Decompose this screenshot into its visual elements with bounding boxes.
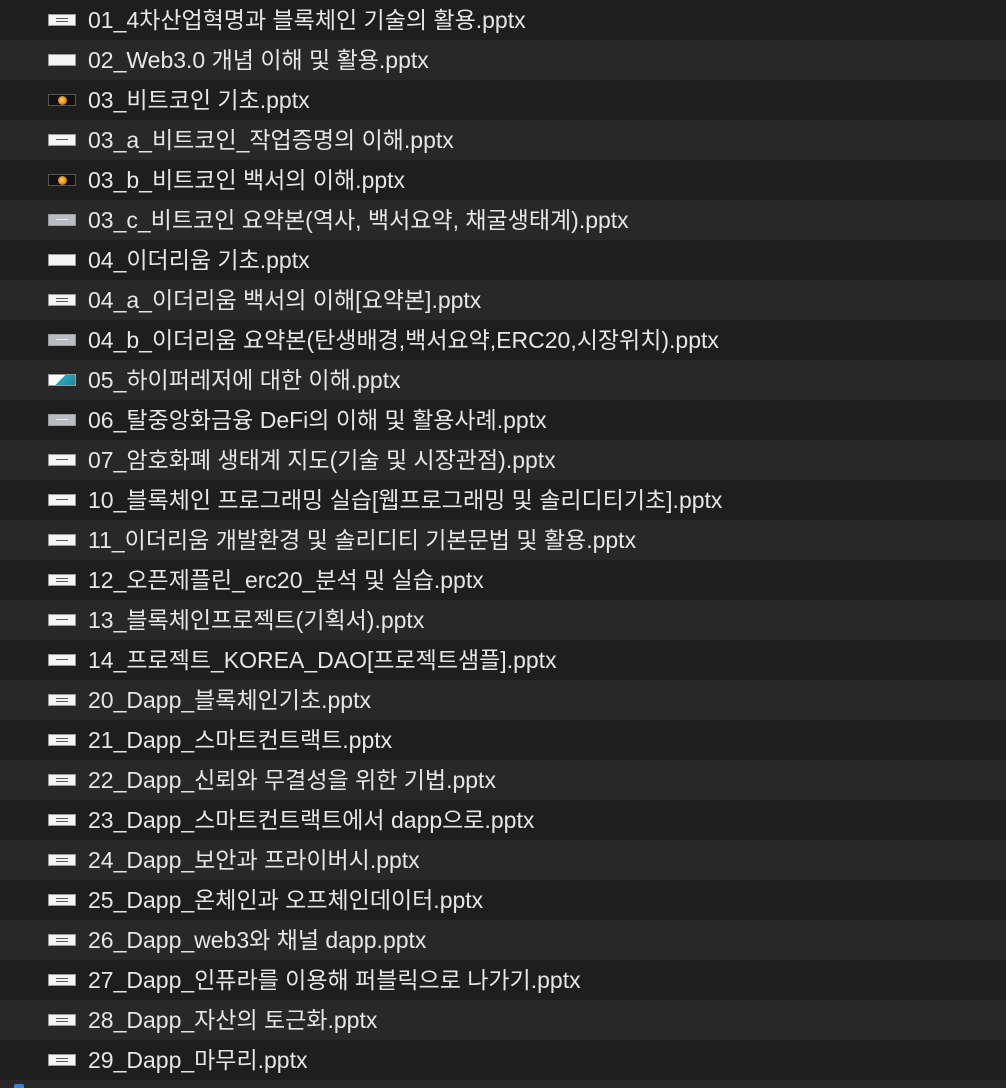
slide-thumbnail-icon (48, 254, 76, 266)
slide-thumbnail-icon (48, 374, 76, 386)
slide-thumbnail-icon (48, 454, 76, 466)
file-name: 06_탈중앙화금융 DeFi의 이해 및 활용사례.pptx (88, 407, 547, 433)
file-name: 04_a_이더리움 백서의 이해[요약본].pptx (88, 287, 482, 313)
file-row[interactable]: 05_하이퍼레저에 대한 이해.pptx (0, 360, 1006, 400)
slide-thumbnail-icon (48, 294, 76, 306)
file-name: 03_c_비트코인 요약본(역사, 백서요약, 채굴생태계).pptx (88, 207, 629, 233)
file-row[interactable]: 24_Dapp_보안과 프라이버시.pptx (0, 840, 1006, 880)
file-row[interactable]: 10_블록체인 프로그래밍 실습[웹프로그래밍 및 솔리디티기초].pptx (0, 480, 1006, 520)
slide-thumbnail-icon (48, 534, 76, 546)
file-row[interactable]: 28_Dapp_자산의 토근화.pptx (0, 1000, 1006, 1040)
file-name: 03_b_비트코인 백서의 이해.pptx (88, 167, 406, 193)
file-row[interactable]: 07_암호화폐 생태계 지도(기술 및 시장관점).pptx (0, 440, 1006, 480)
file-row[interactable]: 03_b_비트코인 백서의 이해.pptx (0, 160, 1006, 200)
file-row[interactable]: 14_프로젝트_KOREA_DAO[프로젝트샘플].pptx (0, 640, 1006, 680)
file-name: 12_오픈제플린_erc20_분석 및 실습.pptx (88, 567, 484, 593)
slide-thumbnail-icon (48, 614, 76, 626)
file-row[interactable]: 04_이더리움 기초.pptx (0, 240, 1006, 280)
file-name: 03_비트코인 기초.pptx (88, 87, 310, 113)
slide-thumbnail-icon (48, 854, 76, 866)
file-name: 21_Dapp_스마트컨트랙트.pptx (88, 727, 393, 753)
slide-thumbnail-icon (48, 974, 76, 986)
slide-thumbnail-icon (48, 894, 76, 906)
file-row[interactable]: 13_블록체인프로젝트(기획서).pptx (0, 600, 1006, 640)
slide-thumbnail-icon (48, 214, 76, 226)
file-name: 11_이더리움 개발환경 및 솔리디티 기본문법 및 활용.pptx (88, 527, 637, 553)
file-row[interactable]: 01_4차산업혁명과 블록체인 기술의 활용.pptx (0, 0, 1006, 40)
file-name: 07_암호화폐 생태계 지도(기술 및 시장관점).pptx (88, 447, 556, 473)
file-name: 01_4차산업혁명과 블록체인 기술의 활용.pptx (88, 7, 526, 33)
file-row[interactable]: 02_Web3.0 개념 이해 및 활용.pptx (0, 40, 1006, 80)
file-name: 02_Web3.0 개념 이해 및 활용.pptx (88, 47, 429, 73)
file-row[interactable]: 06_탈중앙화금융 DeFi의 이해 및 활용사례.pptx (0, 400, 1006, 440)
slide-thumbnail-icon (48, 14, 76, 26)
slide-thumbnail-icon (48, 54, 76, 66)
slide-thumbnail-icon (48, 934, 76, 946)
slide-thumbnail-icon (48, 414, 76, 426)
file-name: 25_Dapp_온체인과 오프체인데이터.pptx (88, 887, 484, 913)
file-name: 20_Dapp_블록체인기초.pptx (88, 687, 371, 713)
partial-next-row (0, 1080, 1006, 1088)
file-row[interactable]: 26_Dapp_web3와 채널 dapp.pptx (0, 920, 1006, 960)
file-name: 03_a_비트코인_작업증명의 이해.pptx (88, 127, 454, 153)
slide-thumbnail-icon (48, 574, 76, 586)
file-row[interactable]: 03_a_비트코인_작업증명의 이해.pptx (0, 120, 1006, 160)
file-list: 01_4차산업혁명과 블록체인 기술의 활용.pptx 02_Web3.0 개념… (0, 0, 1006, 1088)
file-row[interactable]: 03_c_비트코인 요약본(역사, 백서요약, 채굴생태계).pptx (0, 200, 1006, 240)
slide-thumbnail-icon (48, 814, 76, 826)
file-name: 23_Dapp_스마트컨트랙트에서 dapp으로.pptx (88, 807, 535, 833)
file-row[interactable]: 23_Dapp_스마트컨트랙트에서 dapp으로.pptx (0, 800, 1006, 840)
file-name: 04_이더리움 기초.pptx (88, 247, 310, 273)
file-name: 24_Dapp_보안과 프라이버시.pptx (88, 847, 420, 873)
file-name: 13_블록체인프로젝트(기획서).pptx (88, 607, 425, 633)
folder-icon (14, 1084, 24, 1088)
file-row[interactable]: 21_Dapp_스마트컨트랙트.pptx (0, 720, 1006, 760)
slide-thumbnail-icon (48, 734, 76, 746)
file-row[interactable]: 20_Dapp_블록체인기초.pptx (0, 680, 1006, 720)
file-name: 04_b_이더리움 요약본(탄생배경,백서요약,ERC20,시장위치).pptx (88, 327, 719, 353)
slide-thumbnail-icon (48, 1014, 76, 1026)
file-name: 05_하이퍼레저에 대한 이해.pptx (88, 367, 401, 393)
file-row[interactable]: 03_비트코인 기초.pptx (0, 80, 1006, 120)
file-row[interactable]: 22_Dapp_신뢰와 무결성을 위한 기법.pptx (0, 760, 1006, 800)
file-name: 14_프로젝트_KOREA_DAO[프로젝트샘플].pptx (88, 647, 557, 673)
file-row[interactable]: 04_a_이더리움 백서의 이해[요약본].pptx (0, 280, 1006, 320)
file-row[interactable]: 29_Dapp_마무리.pptx (0, 1040, 1006, 1080)
file-name: 26_Dapp_web3와 채널 dapp.pptx (88, 927, 427, 953)
bitcoin-slide-thumbnail-icon (48, 174, 76, 186)
slide-thumbnail-icon (48, 134, 76, 146)
file-row[interactable]: 25_Dapp_온체인과 오프체인데이터.pptx (0, 880, 1006, 920)
slide-thumbnail-icon (48, 774, 76, 786)
bitcoin-slide-thumbnail-icon (48, 94, 76, 106)
file-name: 22_Dapp_신뢰와 무결성을 위한 기법.pptx (88, 767, 496, 793)
file-name: 10_블록체인 프로그래밍 실습[웹프로그래밍 및 솔리디티기초].pptx (88, 487, 723, 513)
file-name: 28_Dapp_자산의 토근화.pptx (88, 1007, 378, 1033)
slide-thumbnail-icon (48, 1054, 76, 1066)
file-row[interactable]: 27_Dapp_인퓨라를 이용해 퍼블릭으로 나가기.pptx (0, 960, 1006, 1000)
slide-thumbnail-icon (48, 334, 76, 346)
file-name: 29_Dapp_마무리.pptx (88, 1047, 308, 1073)
slide-thumbnail-icon (48, 654, 76, 666)
slide-thumbnail-icon (48, 694, 76, 706)
file-row[interactable]: 04_b_이더리움 요약본(탄생배경,백서요약,ERC20,시장위치).pptx (0, 320, 1006, 360)
file-row[interactable]: 11_이더리움 개발환경 및 솔리디티 기본문법 및 활용.pptx (0, 520, 1006, 560)
slide-thumbnail-icon (48, 494, 76, 506)
file-row[interactable]: 12_오픈제플린_erc20_분석 및 실습.pptx (0, 560, 1006, 600)
file-name: 27_Dapp_인퓨라를 이용해 퍼블릭으로 나가기.pptx (88, 967, 581, 993)
